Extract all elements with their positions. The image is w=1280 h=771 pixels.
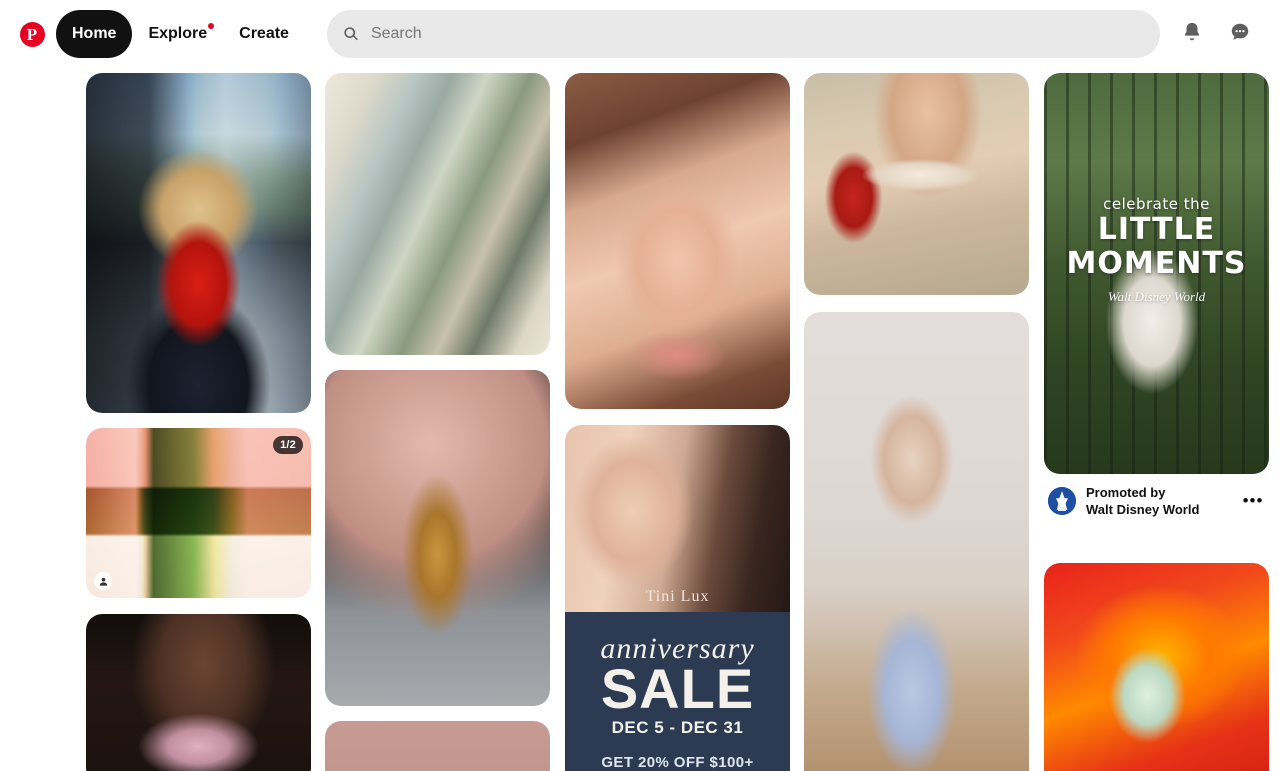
sale-offer: GET 20% OFF $100+ <box>601 754 754 771</box>
pin-image <box>565 73 790 409</box>
search-input[interactable] <box>370 25 1144 43</box>
notifications-button[interactable] <box>1168 10 1216 58</box>
notification-dot-icon <box>208 23 215 29</box>
pin-best-selling-ad[interactable]: Our Best-Selling <box>325 721 550 771</box>
pin-pink-necklace[interactable] <box>86 614 311 771</box>
pin-image <box>325 370 550 706</box>
nav-item-home[interactable]: Home <box>56 10 133 58</box>
pin-street-style[interactable] <box>86 73 311 413</box>
pin-tini-lux-sale-ad[interactable]: Tini Lux anniversary SALE DEC 5 - DEC 31… <box>565 425 790 771</box>
pin-image: 1/2 <box>86 428 311 598</box>
pin-image: Tini Lux anniversary SALE DEC 5 - DEC 31… <box>565 425 790 771</box>
messages-icon <box>1229 21 1251 48</box>
nav-item-explore[interactable]: Explore <box>132 10 223 58</box>
pin-disney-promoted[interactable]: celebrate the LITTLE MOMENTS Walt Disney… <box>1044 73 1269 541</box>
disney-logo: Walt Disney World <box>1107 289 1206 304</box>
pin-image <box>804 312 1029 771</box>
pin-image <box>1044 563 1269 771</box>
pin-bathroom[interactable]: 1/2 <box>86 428 311 598</box>
search-bar[interactable] <box>326 10 1160 58</box>
pin-author-avatar-badge[interactable] <box>94 572 112 590</box>
nav-item-create-label: Create <box>239 25 289 42</box>
sale-dates: DEC 5 - DEC 31 <box>611 718 744 737</box>
disney-line-3: MOMENTS <box>1066 246 1247 281</box>
pinterest-logo[interactable]: P <box>8 10 56 58</box>
pin-masonry-grid: 1/2 Tini Lux anniversary SALE DEC 5 - DE… <box>0 68 1280 771</box>
disney-ad-copy: celebrate the LITTLE MOMENTS Walt Disney… <box>1044 195 1269 305</box>
pin-image <box>86 73 311 413</box>
promoted-by-row: Promoted by Walt Disney World ••• <box>1044 474 1269 518</box>
notifications-icon <box>1181 21 1203 48</box>
tini-lux-brand-name: Tini Lux <box>645 588 710 605</box>
pinterest-logo-icon: P <box>19 21 45 47</box>
pin-image: Our Best-Selling <box>325 721 550 771</box>
pin-image: celebrate the LITTLE MOMENTS Walt Disney… <box>1044 73 1269 474</box>
pin-psychedelic-portrait[interactable] <box>1044 563 1269 771</box>
promoted-by-label: Promoted by <box>1086 485 1166 500</box>
pin-image <box>86 614 311 771</box>
top-navigation-bar: P Home Explore Create <box>0 0 1280 68</box>
tini-lux-sale-panel: anniversary SALE DEC 5 - DEC 31 GET 20% … <box>565 612 790 771</box>
search-icon <box>343 26 359 42</box>
pin-image <box>804 73 1029 295</box>
pin-image <box>325 73 550 355</box>
pin-mirror-selfie[interactable] <box>804 312 1029 771</box>
pin-pearl-choker[interactable] <box>804 73 1029 295</box>
nav-item-create[interactable]: Create <box>223 10 305 58</box>
pin-count-badge: 1/2 <box>273 436 303 454</box>
messages-button[interactable] <box>1216 10 1264 58</box>
pin-leopard-coat[interactable] <box>325 370 550 706</box>
disney-line-1: celebrate the <box>1103 195 1210 213</box>
nav-item-explore-label: Explore <box>148 25 208 42</box>
advertiser-avatar[interactable] <box>1048 487 1076 515</box>
nav-item-home-label: Home <box>72 25 117 42</box>
sale-headline: SALE <box>600 657 755 720</box>
advertiser-name: Walt Disney World <box>1086 502 1200 517</box>
pin-patchwork-outfit[interactable] <box>325 73 550 355</box>
promoted-label-block: Promoted by Walt Disney World <box>1086 484 1241 518</box>
tini-lux-photo: Tini Lux <box>565 425 790 612</box>
pin-gem-makeup[interactable] <box>565 73 790 409</box>
pin-more-options-button[interactable]: ••• <box>1241 489 1265 513</box>
disney-line-2: LITTLE <box>1097 212 1216 247</box>
